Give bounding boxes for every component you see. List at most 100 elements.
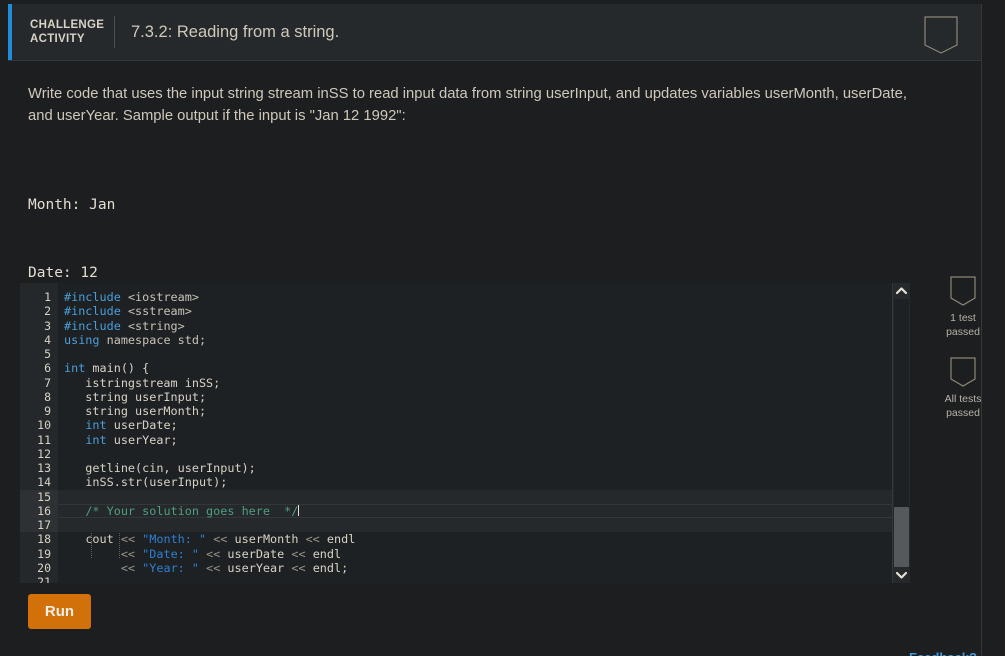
code-token-identifier: userYear xyxy=(227,560,285,575)
gutter-line-number: 7 xyxy=(44,375,51,390)
header-accent-bar xyxy=(8,4,12,60)
gutter-line-number: 2 xyxy=(44,304,51,319)
code-line: << "Date: " << userDate << endl xyxy=(58,547,910,561)
code-token-operator: << xyxy=(206,546,221,561)
gutter-line-number: 16 xyxy=(20,503,58,518)
tests-panel: 1 test passed All tests passed xyxy=(936,276,990,438)
test-result-item[interactable]: 1 test passed xyxy=(936,276,990,339)
gutter-line-number: 5 xyxy=(44,347,51,361)
run-button[interactable]: Run xyxy=(28,594,91,629)
challenge-activity-kicker: CHALLENGE ACTIVITY xyxy=(30,18,104,46)
code-token-header: <string> xyxy=(127,318,185,333)
code-line: int userYear; xyxy=(58,433,910,447)
code-token-preprocessor: #include xyxy=(64,318,121,333)
test-result-item[interactable]: All tests passed xyxy=(936,357,990,420)
activity-card: CHALLENGE ACTIVITY 7.3.2: Reading from a… xyxy=(8,4,982,656)
editor-gutter: 1 2 3 4 5 6 7 8 9 10 11 12 13 14 15 16 1 xyxy=(20,283,58,583)
code-token-identifier: userYear; xyxy=(113,432,178,447)
code-line: int main() { xyxy=(58,361,910,375)
gutter-line-number: 13 xyxy=(37,461,51,475)
code-token-keyword: int xyxy=(85,432,107,447)
gutter-line-number: 4 xyxy=(44,332,51,347)
code-token-identifier: main() { xyxy=(92,361,150,376)
test-label-line-1: 1 test xyxy=(950,312,976,324)
code-token-identifier: endl xyxy=(326,532,356,547)
gutter-line-number: 20 xyxy=(37,560,51,575)
code-token-keyword: int xyxy=(85,418,107,433)
code-token-header: <iostream> xyxy=(127,290,199,304)
activity-header: CHALLENGE ACTIVITY 7.3.2: Reading from a… xyxy=(8,4,981,61)
code-token-identifier: string userMonth; xyxy=(64,404,207,418)
code-token-identifier: cout xyxy=(85,532,114,547)
problem-statement: Write code that uses the input string st… xyxy=(28,86,907,124)
code-token-identifier: inSS.str(userInput); xyxy=(64,475,228,490)
code-token-operator: << xyxy=(120,560,136,575)
code-token-identifier: getline(cin, userInput); xyxy=(64,461,256,475)
gutter-line-number: 1 xyxy=(44,290,51,304)
test-label-line-1: All tests xyxy=(944,393,982,405)
test-label-line-2: passed xyxy=(946,407,980,419)
code-token-identifier: endl; xyxy=(312,560,349,575)
code-token-keyword: int xyxy=(64,361,86,376)
kicker-line-2: ACTIVITY xyxy=(30,33,85,45)
banner-icon[interactable] xyxy=(924,16,958,54)
code-token-operator: << xyxy=(305,532,320,547)
code-editor[interactable]: 1 2 3 4 5 6 7 8 9 10 11 12 13 14 15 16 1 xyxy=(20,283,910,583)
code-line: string userMonth; xyxy=(58,404,910,418)
feedback-link[interactable]: Feedback? xyxy=(909,650,977,656)
code-token-operator: << xyxy=(291,560,306,575)
code-token-identifier: userMonth xyxy=(234,532,299,547)
gutter-line-number: 18 xyxy=(37,532,51,547)
code-token-operator: << xyxy=(120,546,136,561)
code-token-operator: << xyxy=(120,532,136,547)
code-line: int userDate; xyxy=(58,418,910,432)
code-token-identifier: string userInput; xyxy=(64,389,207,404)
gutter-line-number: 3 xyxy=(44,318,51,333)
code-token-identifier: namespace std; xyxy=(106,332,207,347)
code-token-string: "Date: " xyxy=(142,546,199,561)
code-token-comment: /* Your solution goes here */ xyxy=(85,503,299,518)
code-token-preprocessor: #include xyxy=(64,290,121,304)
gutter-line-number: 6 xyxy=(44,361,51,376)
code-line: istringstream inSS; xyxy=(58,376,910,390)
code-line-active[interactable]: /* Your solution goes here */ xyxy=(58,503,910,518)
code-line: using namespace std; xyxy=(58,333,910,347)
editor-scrollbar[interactable] xyxy=(892,283,910,583)
test-label-line-2: passed xyxy=(946,326,980,338)
code-token-identifier: userDate xyxy=(227,546,285,561)
gutter-line-number: 11 xyxy=(37,432,51,447)
code-line: << "Year: " << userYear << endl; xyxy=(58,561,910,575)
code-line: cout << "Month: " << userMonth << endl xyxy=(58,532,910,546)
code-token-keyword: using xyxy=(64,332,100,347)
activity-title: 7.3.2: Reading from a string. xyxy=(131,22,340,41)
code-line: string userInput; xyxy=(58,390,910,404)
chevron-down-icon[interactable] xyxy=(893,567,910,583)
scrollbar-thumb[interactable] xyxy=(894,507,909,567)
banner-icon[interactable] xyxy=(950,276,976,306)
code-token-identifier: istringstream inSS; xyxy=(64,375,221,390)
sample-output-line-1: Month: Jan xyxy=(28,197,116,213)
gutter-line-number: 21 xyxy=(37,575,51,583)
chevron-up-icon[interactable] xyxy=(893,283,910,299)
header-divider xyxy=(114,16,115,48)
banner-icon[interactable] xyxy=(950,357,976,387)
gutter-line-number: 9 xyxy=(44,404,51,418)
code-line: #include <sstream> xyxy=(58,304,910,318)
code-line: #include <iostream> xyxy=(58,290,910,304)
code-line xyxy=(58,518,910,533)
gutter-line-number: 10 xyxy=(37,418,51,433)
code-line: getline(cin, userInput); xyxy=(58,461,910,475)
gutter-line-number: 8 xyxy=(44,389,51,404)
gutter-line-number: 15 xyxy=(20,489,58,504)
challenge-activity-page: CHALLENGE ACTIVITY 7.3.2: Reading from a… xyxy=(0,0,1005,656)
editor-code-area[interactable]: #include <iostream> #include <sstream> #… xyxy=(58,283,910,583)
gutter-line-number: 17 xyxy=(20,518,58,533)
code-editor-wrapper: 1 2 3 4 5 6 7 8 9 10 11 12 13 14 15 16 1 xyxy=(20,283,928,583)
code-token-identifier: userDate; xyxy=(113,418,178,433)
scrollbar-track[interactable] xyxy=(894,299,909,507)
code-line: inSS.str(userInput); xyxy=(58,475,910,489)
code-line: #include <string> xyxy=(58,319,910,333)
